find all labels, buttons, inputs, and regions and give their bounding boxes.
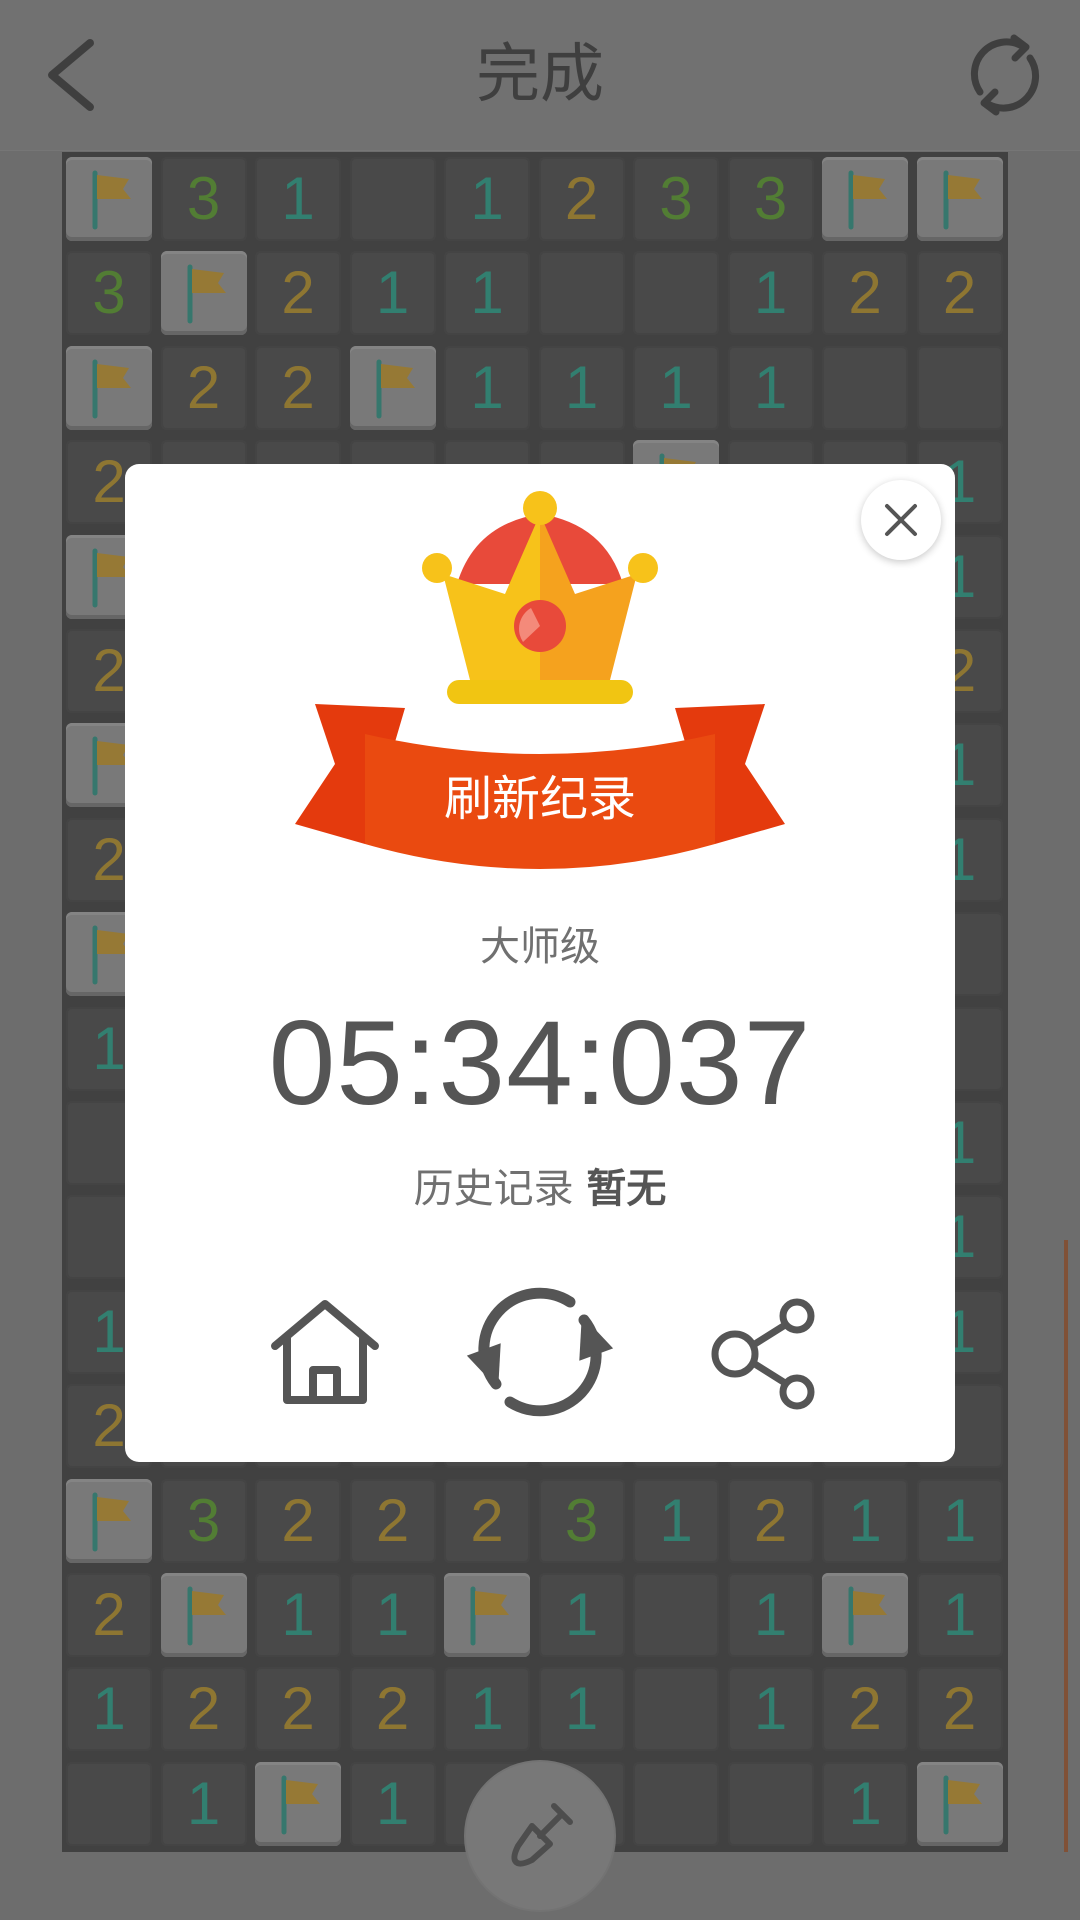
history-value: 暂无 <box>586 1166 667 1212</box>
share-icon <box>711 1298 815 1410</box>
difficulty-level: 大师级 <box>480 924 600 970</box>
crown-icon <box>422 491 658 704</box>
replay-button[interactable] <box>460 1272 620 1432</box>
replay-icon <box>466 1287 614 1417</box>
ribbon-title: 刷新纪录 <box>443 771 636 827</box>
home-icon <box>271 1300 379 1404</box>
share-button[interactable] <box>705 1294 825 1414</box>
close-icon <box>885 504 917 536</box>
result-dialog: 刷新纪录 大师级 05:34:037 历史记录 暂无 <box>125 464 955 1462</box>
close-button[interactable] <box>861 480 941 560</box>
completion-time: 05:34:037 <box>268 996 812 1130</box>
home-button[interactable] <box>265 1294 385 1414</box>
history-label: 历史记录 <box>413 1166 574 1212</box>
history-record: 历史记录 暂无 <box>125 1156 955 1214</box>
